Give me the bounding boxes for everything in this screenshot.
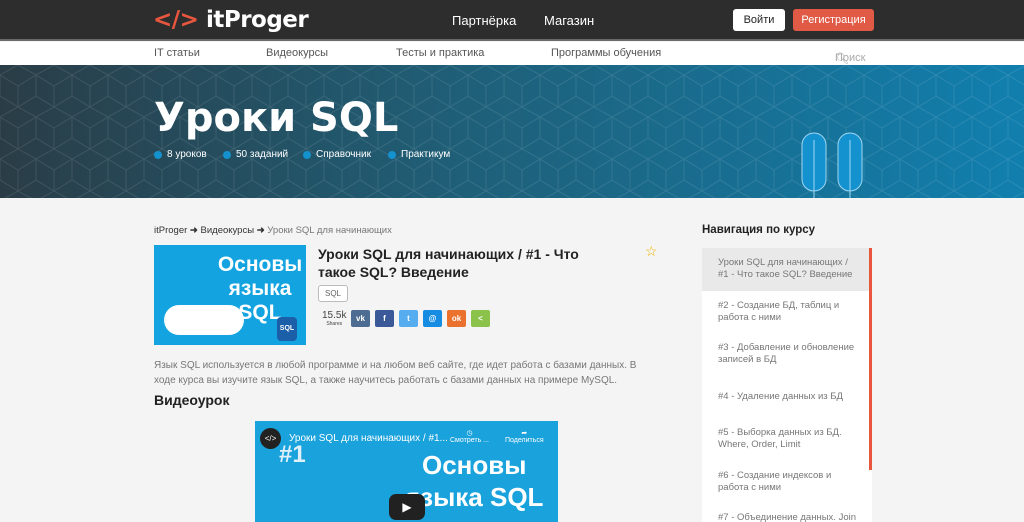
breadcrumb: itProger ➜ Видеокурсы ➜ Уроки SQL для на… xyxy=(154,225,392,236)
sub-navigation: IT статьи Видеокурсы Тесты и практика Пр… xyxy=(0,42,1024,65)
nav-partnerka[interactable]: Партнёрка xyxy=(452,13,516,28)
video-share-button[interactable]: ➦ Поделиться xyxy=(505,429,544,444)
course-nav-item-6[interactable]: #6 - Создание индексов и работа с ними xyxy=(702,461,872,504)
subnav-videocourses[interactable]: Видеокурсы xyxy=(266,47,328,59)
stat-reference[interactable]: Справочник xyxy=(303,149,371,160)
channel-logo-icon: </> xyxy=(260,428,281,449)
share-arrow-icon: ➦ xyxy=(521,430,528,437)
lesson-description: Язык SQL используется в любой программе … xyxy=(154,360,637,386)
play-button[interactable]: ▶ xyxy=(389,494,425,520)
breadcrumb-current: Уроки SQL для начинающих xyxy=(267,225,392,236)
clock-icon: ◷ xyxy=(466,430,473,437)
page-title: Уроки SQL xyxy=(154,95,399,141)
sidebar-heading: Навигация по курсу xyxy=(702,224,816,236)
hero-banner: Уроки SQL 8 уроков 50 заданий Справочник… xyxy=(0,65,1024,198)
breadcrumb-videocourses[interactable]: Видеокурсы xyxy=(201,225,255,236)
share-more-button[interactable]: < xyxy=(471,310,490,327)
database-icon: SQL xyxy=(277,317,297,341)
register-button[interactable]: Регистрация xyxy=(793,9,874,31)
video-title[interactable]: Уроки SQL для начинающих / #1... xyxy=(289,433,448,444)
share-ok-button[interactable]: ok xyxy=(447,310,466,327)
subnav-programs[interactable]: Программы обучения xyxy=(551,47,661,59)
shares-count: 15.5k Shares xyxy=(322,310,347,328)
course-nav-item-4[interactable]: #4 - Удаление данных из БД xyxy=(702,376,872,419)
share-vk-button[interactable]: vk xyxy=(351,310,370,327)
sidebar-scrollbar[interactable] xyxy=(869,248,872,470)
cloud-icon xyxy=(164,305,244,335)
subnav-tests[interactable]: Тесты и практика xyxy=(396,47,484,59)
course-nav-item-5[interactable]: #5 - Выборка данных из БД. Where, Order,… xyxy=(702,418,872,461)
video-player[interactable]: </> Уроки SQL для начинающих / #1... ◷ См… xyxy=(255,421,558,522)
course-navigation: Уроки SQL для начинающих / #1 - Что тако… xyxy=(702,248,872,522)
stat-tasks: 50 заданий xyxy=(223,149,288,160)
course-nav-item-7[interactable]: #7 - Объединение данных. Join (Inner, Le… xyxy=(702,503,872,522)
course-nav-item-3[interactable]: #3 - Добавление и обновление записей в Б… xyxy=(702,333,872,376)
tag-sql[interactable]: SQL xyxy=(318,285,349,302)
nav-shop[interactable]: Магазин xyxy=(544,13,594,28)
top-header: </> itProger Партнёрка Магазин Войти Рег… xyxy=(0,0,1024,41)
stat-lessons: 8 уроков xyxy=(154,149,207,160)
login-button[interactable]: Войти xyxy=(733,9,785,31)
share-facebook-button[interactable]: f xyxy=(375,310,394,327)
subnav-articles[interactable]: IT статьи xyxy=(154,47,200,59)
breadcrumb-home[interactable]: itProger xyxy=(154,225,187,236)
lesson-thumbnail: Основы языка SQL SQL xyxy=(154,245,306,345)
course-nav-item-1[interactable]: Уроки SQL для начинающих / #1 - Что тако… xyxy=(702,248,872,291)
stat-practicum[interactable]: Практикум xyxy=(388,149,450,160)
watch-later-button[interactable]: ◷ Смотреть ... xyxy=(450,429,489,444)
share-mail-button[interactable]: @ xyxy=(423,310,442,327)
share-twitter-button[interactable]: t xyxy=(399,310,418,327)
lesson-title: Уроки SQL для начинающих / #1 - Что тако… xyxy=(318,246,579,280)
video-heading: Видеоурок xyxy=(154,392,230,408)
course-nav-item-2[interactable]: #2 - Создание БД, таблиц и работа с ними xyxy=(702,291,872,334)
logo[interactable]: </> itProger xyxy=(153,7,309,33)
favorite-star-icon[interactable]: ☆ xyxy=(645,243,658,260)
